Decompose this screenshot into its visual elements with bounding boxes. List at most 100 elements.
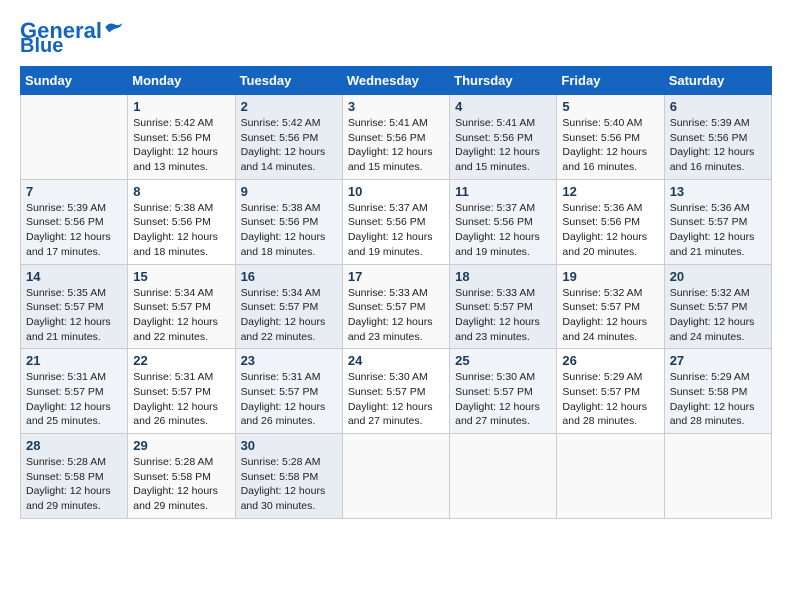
calendar-cell [21,95,128,180]
calendar-cell: 1 Sunrise: 5:42 AM Sunset: 5:56 PM Daylig… [128,95,235,180]
logo-blue-text: Blue [20,36,63,56]
day-number: 23 [241,353,337,368]
day-info: Sunrise: 5:36 AM Sunset: 5:57 PM Dayligh… [670,201,766,260]
day-info: Sunrise: 5:28 AM Sunset: 5:58 PM Dayligh… [26,455,122,514]
day-number: 25 [455,353,551,368]
calendar-cell: 18 Sunrise: 5:33 AM Sunset: 5:57 PM Dayli… [450,264,557,349]
calendar-cell: 7 Sunrise: 5:39 AM Sunset: 5:56 PM Daylig… [21,179,128,264]
calendar-cell: 14Sunrise: 5:35 AM Sunset: 5:57 PM Dayli… [21,264,128,349]
calendar-table: SundayMondayTuesdayWednesdayThursdayFrid… [20,66,772,519]
calendar-cell [342,434,449,519]
calendar-cell: 21 Sunrise: 5:31 AM Sunset: 5:57 PM Dayli… [21,349,128,434]
day-number: 28 [26,438,122,453]
day-info: Sunrise: 5:30 AM Sunset: 5:57 PM Dayligh… [455,370,551,429]
day-info: Sunrise: 5:29 AM Sunset: 5:58 PM Dayligh… [670,370,766,429]
calendar-cell: 19 Sunrise: 5:32 AM Sunset: 5:57 PM Dayli… [557,264,664,349]
day-number: 11 [455,184,551,199]
day-number: 10 [348,184,444,199]
calendar-cell: 9 Sunrise: 5:38 AM Sunset: 5:56 PM Daylig… [235,179,342,264]
calendar-cell: 8Sunrise: 5:38 AM Sunset: 5:56 PM Daylig… [128,179,235,264]
day-info: Sunrise: 5:28 AM Sunset: 5:58 PM Dayligh… [241,455,337,514]
calendar-cell [450,434,557,519]
day-number: 17 [348,269,444,284]
weekday-header-row: SundayMondayTuesdayWednesdayThursdayFrid… [21,67,772,95]
calendar-cell: 26 Sunrise: 5:29 AM Sunset: 5:57 PM Dayli… [557,349,664,434]
day-info: Sunrise: 5:30 AM Sunset: 5:57 PM Dayligh… [348,370,444,429]
weekday-header: Friday [557,67,664,95]
day-info: Sunrise: 5:42 AM Sunset: 5:56 PM Dayligh… [133,116,229,175]
day-number: 24 [348,353,444,368]
calendar-cell [557,434,664,519]
day-info: Sunrise: 5:34 AM Sunset: 5:57 PM Dayligh… [133,286,229,345]
calendar-cell: 5Sunrise: 5:40 AM Sunset: 5:56 PM Daylig… [557,95,664,180]
day-number: 6 [670,99,766,114]
day-number: 14 [26,269,122,284]
weekday-header: Monday [128,67,235,95]
calendar-cell: 12 Sunrise: 5:36 AM Sunset: 5:56 PM Dayli… [557,179,664,264]
day-info: Sunrise: 5:39 AM Sunset: 5:56 PM Dayligh… [670,116,766,175]
weekday-header: Sunday [21,67,128,95]
day-info: Sunrise: 5:32 AM Sunset: 5:57 PM Dayligh… [670,286,766,345]
day-number: 9 [241,184,337,199]
logo-bird-icon [104,20,124,34]
logo: General Blue [20,20,124,56]
calendar-cell: 16Sunrise: 5:34 AM Sunset: 5:57 PM Dayli… [235,264,342,349]
calendar-cell: 6 Sunrise: 5:39 AM Sunset: 5:56 PM Daylig… [664,95,771,180]
day-number: 13 [670,184,766,199]
day-number: 5 [562,99,658,114]
day-number: 15 [133,269,229,284]
day-number: 3 [348,99,444,114]
calendar-week-row: 21 Sunrise: 5:31 AM Sunset: 5:57 PM Dayli… [21,349,772,434]
day-info: Sunrise: 5:34 AM Sunset: 5:57 PM Dayligh… [241,286,337,345]
page-header: General Blue [20,20,772,56]
calendar-cell: 29 Sunrise: 5:28 AM Sunset: 5:58 PM Dayli… [128,434,235,519]
day-info: Sunrise: 5:38 AM Sunset: 5:56 PM Dayligh… [241,201,337,260]
day-info: Sunrise: 5:41 AM Sunset: 5:56 PM Dayligh… [455,116,551,175]
day-info: Sunrise: 5:31 AM Sunset: 5:57 PM Dayligh… [241,370,337,429]
weekday-header: Saturday [664,67,771,95]
day-number: 19 [562,269,658,284]
day-info: Sunrise: 5:28 AM Sunset: 5:58 PM Dayligh… [133,455,229,514]
day-number: 21 [26,353,122,368]
day-info: Sunrise: 5:42 AM Sunset: 5:56 PM Dayligh… [241,116,337,175]
calendar-cell: 25 Sunrise: 5:30 AM Sunset: 5:57 PM Dayli… [450,349,557,434]
day-info: Sunrise: 5:41 AM Sunset: 5:56 PM Dayligh… [348,116,444,175]
calendar-cell: 30 Sunrise: 5:28 AM Sunset: 5:58 PM Dayli… [235,434,342,519]
calendar-cell: 20 Sunrise: 5:32 AM Sunset: 5:57 PM Dayli… [664,264,771,349]
day-number: 7 [26,184,122,199]
day-number: 12 [562,184,658,199]
day-number: 26 [562,353,658,368]
calendar-cell [664,434,771,519]
day-number: 18 [455,269,551,284]
day-number: 20 [670,269,766,284]
day-info: Sunrise: 5:32 AM Sunset: 5:57 PM Dayligh… [562,286,658,345]
calendar-cell: 4 Sunrise: 5:41 AM Sunset: 5:56 PM Daylig… [450,95,557,180]
calendar-cell: 24 Sunrise: 5:30 AM Sunset: 5:57 PM Dayli… [342,349,449,434]
calendar-cell: 28 Sunrise: 5:28 AM Sunset: 5:58 PM Dayli… [21,434,128,519]
day-info: Sunrise: 5:37 AM Sunset: 5:56 PM Dayligh… [348,201,444,260]
calendar-cell: 15 Sunrise: 5:34 AM Sunset: 5:57 PM Dayli… [128,264,235,349]
calendar-cell: 23 Sunrise: 5:31 AM Sunset: 5:57 PM Dayli… [235,349,342,434]
calendar-cell: 10 Sunrise: 5:37 AM Sunset: 5:56 PM Dayli… [342,179,449,264]
day-number: 29 [133,438,229,453]
weekday-header: Wednesday [342,67,449,95]
calendar-week-row: 28 Sunrise: 5:28 AM Sunset: 5:58 PM Dayli… [21,434,772,519]
weekday-header: Tuesday [235,67,342,95]
day-info: Sunrise: 5:36 AM Sunset: 5:56 PM Dayligh… [562,201,658,260]
day-info: Sunrise: 5:31 AM Sunset: 5:57 PM Dayligh… [26,370,122,429]
calendar-cell: 27Sunrise: 5:29 AM Sunset: 5:58 PM Dayli… [664,349,771,434]
day-number: 4 [455,99,551,114]
day-number: 22 [133,353,229,368]
day-number: 1 [133,99,229,114]
calendar-cell: 22 Sunrise: 5:31 AM Sunset: 5:57 PM Dayli… [128,349,235,434]
calendar-week-row: 1 Sunrise: 5:42 AM Sunset: 5:56 PM Daylig… [21,95,772,180]
day-info: Sunrise: 5:33 AM Sunset: 5:57 PM Dayligh… [455,286,551,345]
day-info: Sunrise: 5:39 AM Sunset: 5:56 PM Dayligh… [26,201,122,260]
calendar-cell: 3 Sunrise: 5:41 AM Sunset: 5:56 PM Daylig… [342,95,449,180]
day-number: 8 [133,184,229,199]
day-info: Sunrise: 5:31 AM Sunset: 5:57 PM Dayligh… [133,370,229,429]
day-info: Sunrise: 5:29 AM Sunset: 5:57 PM Dayligh… [562,370,658,429]
day-number: 2 [241,99,337,114]
calendar-cell: 17Sunrise: 5:33 AM Sunset: 5:57 PM Dayli… [342,264,449,349]
day-number: 30 [241,438,337,453]
